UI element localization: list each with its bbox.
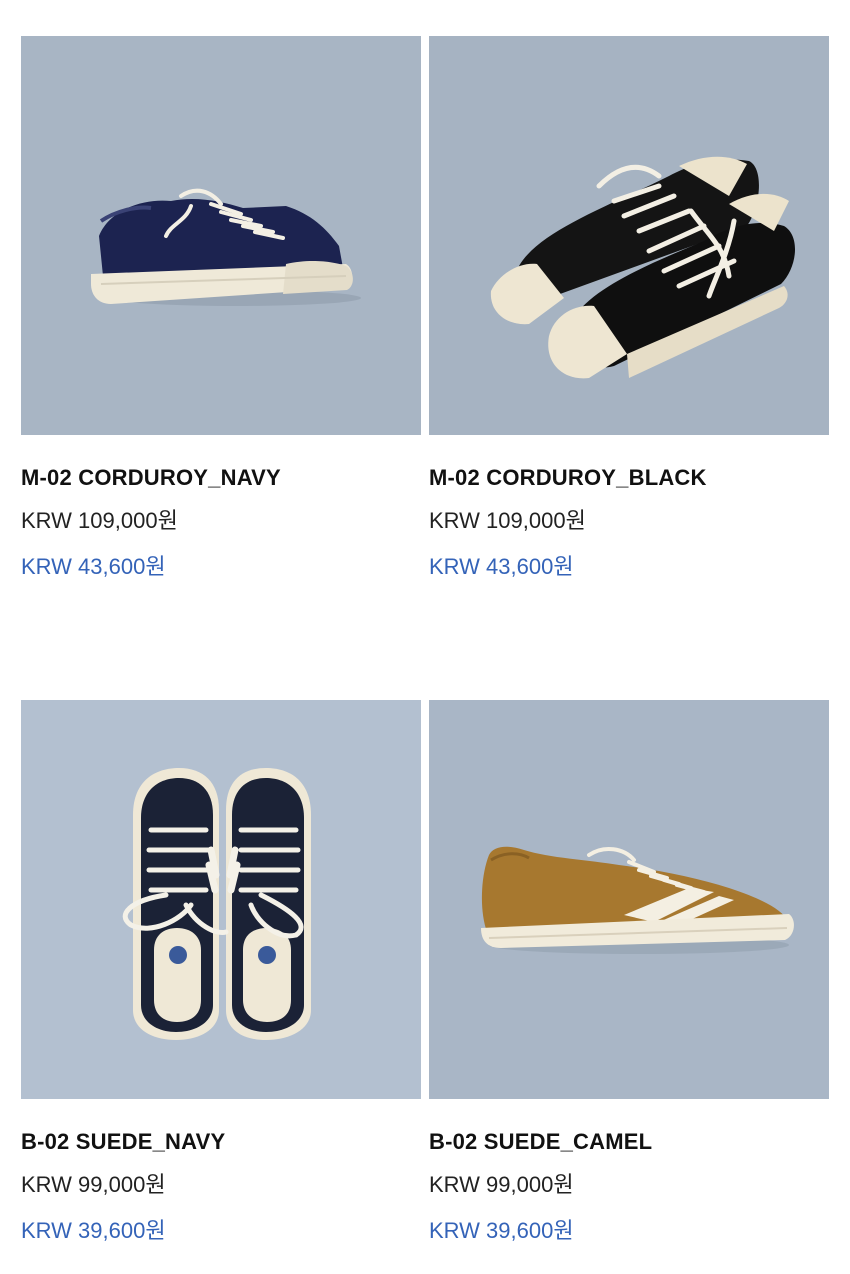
product-card[interactable]: M-02 CORDUROY_NAVY KRW 109,000원 KRW 43,6… [21,36,421,582]
original-price: KRW 109,000원 [429,508,586,533]
original-price: KRW 109,000원 [21,508,178,533]
sneaker-image-icon [429,36,829,435]
sale-price: KRW 39,600원 [429,1218,574,1243]
product-card[interactable]: B-02 SUEDE_NAVY KRW 99,000원 KRW 39,600원 [21,700,421,1246]
original-price: KRW 99,000원 [21,1172,166,1197]
product-name[interactable]: M-02 CORDUROY_NAVY [21,463,421,493]
product-card[interactable]: B-02 SUEDE_CAMEL KRW 99,000원 KRW 39,600원 [429,700,829,1246]
product-image[interactable] [429,36,829,435]
product-name[interactable]: M-02 CORDUROY_BLACK [429,463,829,493]
product-card[interactable]: M-02 CORDUROY_BLACK KRW 109,000원 KRW 43,… [429,36,829,582]
sneaker-image-icon [429,700,829,1099]
sale-price: KRW 43,600원 [21,554,166,579]
product-image[interactable] [429,700,829,1099]
product-image[interactable] [21,36,421,435]
sneaker-image-icon [21,700,421,1099]
sale-price: KRW 43,600원 [429,554,574,579]
product-name[interactable]: B-02 SUEDE_CAMEL [429,1127,829,1157]
original-price: KRW 99,000원 [429,1172,574,1197]
sneaker-image-icon [21,36,421,435]
product-grid: M-02 CORDUROY_NAVY KRW 109,000원 KRW 43,6… [0,0,850,1274]
sale-price: KRW 39,600원 [21,1218,166,1243]
product-image[interactable] [21,700,421,1099]
product-name[interactable]: B-02 SUEDE_NAVY [21,1127,421,1157]
